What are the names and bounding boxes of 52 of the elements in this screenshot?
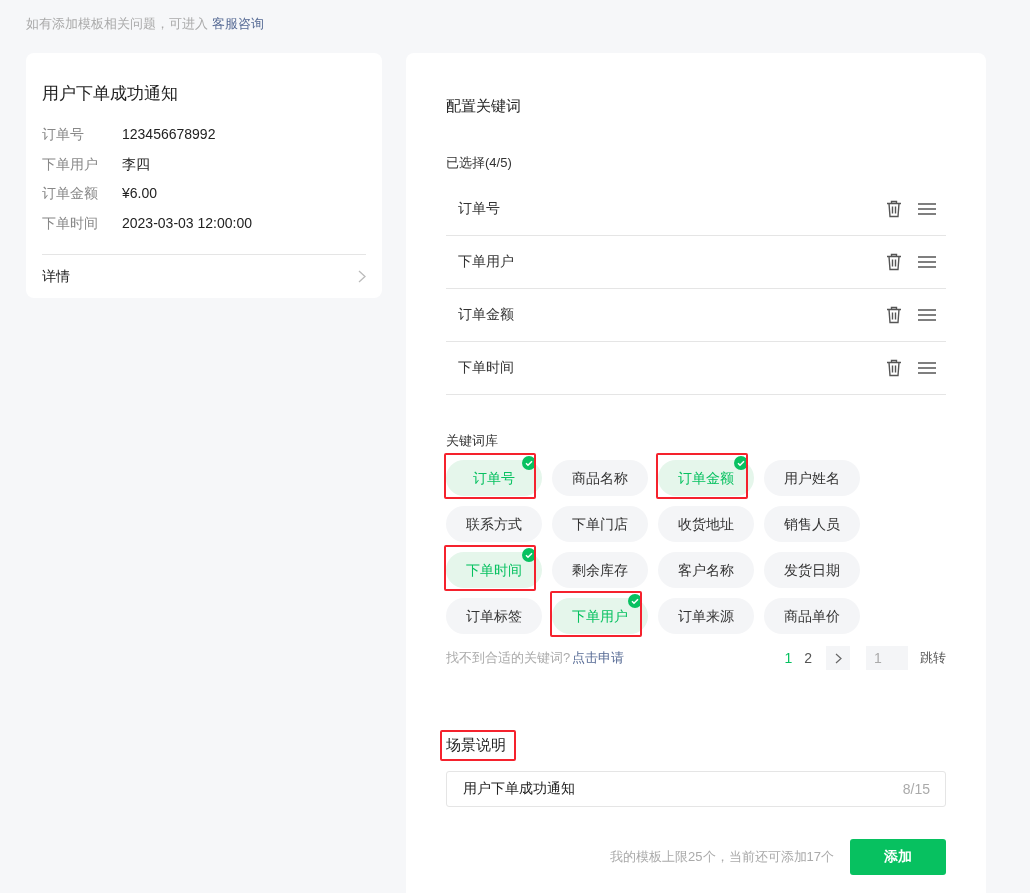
keyword-tag[interactable]: 发货日期: [764, 552, 860, 588]
keyword-tag[interactable]: 下单门店: [552, 506, 648, 542]
char-counter: 8/15: [902, 779, 930, 799]
field-value: 李四: [122, 154, 150, 174]
keyword-tag[interactable]: 销售人员: [764, 506, 860, 542]
keyword-text: 下单用户: [458, 252, 515, 271]
drag-handle-icon[interactable]: [918, 202, 936, 215]
trash-icon[interactable]: [886, 305, 902, 324]
field-label: 下单用户: [42, 154, 99, 174]
keyword-tag[interactable]: 剩余库存: [552, 552, 648, 588]
notice-text: 如有添加模板相关问题，可进入: [26, 15, 208, 33]
field-label: 订单号: [42, 125, 85, 145]
keyword-tag[interactable]: 订单来源: [658, 598, 754, 634]
library-label: 关键词库: [446, 431, 499, 450]
jump-button[interactable]: 跳转: [920, 648, 946, 668]
drag-handle-icon[interactable]: [918, 308, 936, 321]
details-link[interactable]: 详情: [42, 265, 70, 287]
next-page-button[interactable]: [826, 646, 850, 670]
keyword-tag[interactable]: 商品名称: [552, 460, 648, 496]
check-badge-icon: [628, 594, 642, 608]
check-badge-icon: [522, 456, 536, 470]
keyword-text: 订单号: [458, 199, 501, 218]
keyword-tag[interactable]: 联系方式: [446, 506, 542, 542]
chevron-right-icon: [834, 652, 842, 664]
page-number[interactable]: 2: [804, 647, 812, 669]
selected-count: 已选择(4/5): [446, 154, 513, 172]
keyword-tag[interactable]: 客户名称: [658, 552, 754, 588]
hint-text: 找不到合适的关键词?: [446, 649, 571, 668]
check-badge-icon: [522, 548, 536, 562]
field-value: 123456678992: [122, 125, 216, 145]
drag-handle-icon[interactable]: [918, 361, 936, 374]
card-title: 用户下单成功通知: [42, 82, 179, 105]
limit-text: 我的模板上限25个，当前还可添加17个: [610, 847, 834, 866]
drag-handle-icon[interactable]: [918, 255, 936, 268]
field-label: 订单金额: [42, 184, 99, 204]
trash-icon[interactable]: [886, 199, 902, 218]
apply-link[interactable]: 点击申请: [572, 648, 625, 668]
keyword-tag[interactable]: 用户姓名: [764, 460, 860, 496]
field-label: 下单时间: [42, 213, 99, 233]
support-link[interactable]: 客服咨询: [212, 14, 264, 34]
scene-title: 场景说明: [440, 730, 516, 761]
trash-icon[interactable]: [886, 252, 902, 271]
keyword-text: 订单金额: [458, 305, 515, 324]
check-badge-icon: [734, 456, 748, 470]
keyword-tag[interactable]: 订单标签: [446, 598, 542, 634]
trash-icon[interactable]: [886, 358, 902, 377]
field-value: 2023-03-03 12:00:00: [122, 213, 252, 233]
keyword-tag[interactable]: 商品单价: [764, 598, 860, 634]
field-value: ¥6.00: [122, 184, 158, 204]
keyword-text: 下单时间: [458, 358, 515, 377]
section-title: 配置关键词: [446, 95, 522, 116]
keyword-tag[interactable]: 收货地址: [658, 506, 754, 542]
